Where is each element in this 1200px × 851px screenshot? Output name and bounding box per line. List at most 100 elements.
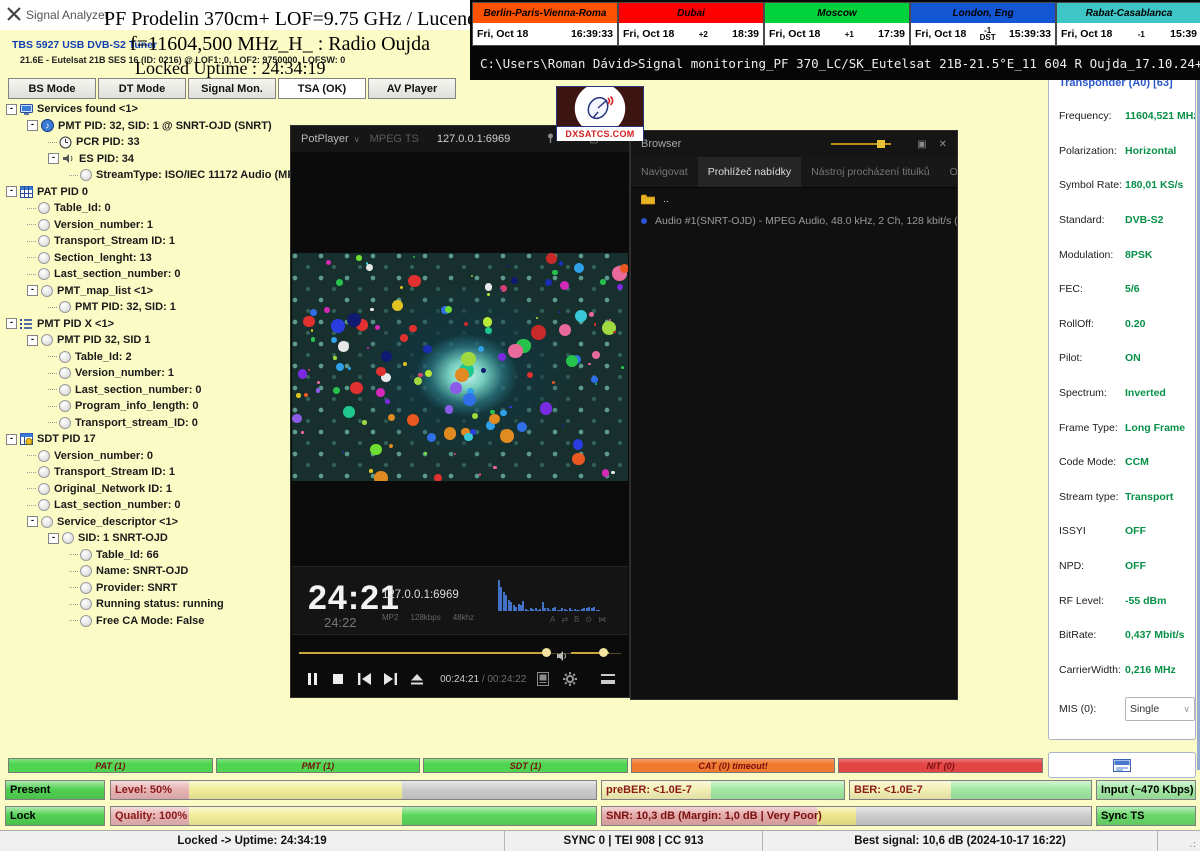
player-mini-icon[interactable]: ⋈	[598, 615, 606, 624]
player-mini-icon[interactable]: A	[550, 615, 555, 624]
browser-window[interactable]: Browser ▣ ✕ NavigovatProhlížeč nabídkyNá…	[630, 130, 958, 700]
tree-item[interactable]: -PMT_map_list <1>	[4, 283, 290, 300]
pid-bar: CAT (0) timeout!	[631, 758, 836, 773]
tab-bs-mode[interactable]: BS Mode	[8, 78, 96, 99]
tree-expander[interactable]: -	[48, 533, 59, 544]
resize-grip[interactable]: .:	[1158, 831, 1200, 851]
ball-icon	[80, 615, 92, 627]
tab-tsa-ok-[interactable]: TSA (OK)	[278, 78, 366, 99]
keyboard-button[interactable]	[1048, 752, 1196, 778]
tree-expander[interactable]: -	[27, 285, 38, 296]
tree-item[interactable]: -SDT PID 17	[4, 431, 290, 448]
close-icon[interactable]: ✕	[939, 139, 947, 150]
seek-row	[299, 647, 621, 659]
playlist-button[interactable]	[530, 668, 556, 690]
tree-item-label: PCR PID: 33	[76, 136, 140, 148]
tree-item[interactable]: PMT PID: 32, SID: 1	[4, 299, 290, 316]
tree-item[interactable]: -PMT PID 32, SID 1	[4, 332, 290, 349]
transponder-field: Frame Type:Long Frame	[1049, 410, 1195, 445]
tree-item[interactable]: Name: SNRT-OJD	[4, 563, 290, 580]
tree-item[interactable]: -Service_descriptor <1>	[4, 514, 290, 531]
status-lock-uptime: Locked -> Uptime: 24:34:19	[0, 831, 505, 851]
tree-expander[interactable]: -	[6, 186, 17, 197]
pin-icon[interactable]	[546, 133, 555, 146]
field-value: Inverted	[1125, 387, 1166, 399]
tree-item[interactable]: Running status: running	[4, 596, 290, 613]
tree-expander[interactable]: -	[6, 104, 17, 115]
tree-item[interactable]: Transport_Stream ID: 1	[4, 464, 290, 481]
tree-item[interactable]: StreamType: ISO/IEC 11172 Audio (MPEG-1)…	[4, 167, 290, 184]
tree-item[interactable]: Version_number: 0	[4, 448, 290, 465]
player-controls: 00:24:21 / 00:24:22	[299, 664, 621, 694]
time-current: 00:24:21	[440, 674, 479, 685]
browser-tab[interactable]: Navigovat	[631, 157, 698, 187]
player-window[interactable]: PotPlayer ∨ MPEG TS 127.0.0.1:6969 — ▢ ✕…	[290, 125, 630, 698]
tree-item[interactable]: Transport_stream_ID: 0	[4, 415, 290, 432]
player-source: 127.0.0.1:6969	[437, 133, 510, 145]
audio-track-item[interactable]: Audio #1(SNRT-OJD) - MPEG Audio, 48.0 kH…	[631, 210, 957, 232]
player-mini-icon[interactable]: ⇄	[561, 615, 568, 624]
tree-item[interactable]: -SID: 1 SNRT-OJD	[4, 530, 290, 547]
tree-item[interactable]: Transport_Stream ID: 1	[4, 233, 290, 250]
tree-item[interactable]: -Services found <1>	[4, 101, 290, 118]
tree-item[interactable]: Provider: SNRT	[4, 580, 290, 597]
mis-select[interactable]: Single ∨	[1125, 697, 1195, 721]
next-button[interactable]	[378, 668, 404, 690]
seek-handle[interactable]	[542, 648, 551, 657]
pause-button[interactable]	[299, 668, 325, 690]
settings-gear-icon[interactable]	[557, 668, 583, 690]
tree-item[interactable]: Table_Id: 66	[4, 547, 290, 564]
tree-item[interactable]: Program_info_length: 0	[4, 398, 290, 415]
tab-dt-mode[interactable]: DT Mode	[98, 78, 186, 99]
time-display: 00:24:21 / 00:24:22	[440, 674, 526, 685]
stop-button[interactable]	[325, 668, 351, 690]
player-mini-icon[interactable]: ⊙	[585, 615, 592, 624]
tree-expander[interactable]: -	[27, 120, 38, 131]
slider-handle[interactable]	[877, 140, 885, 148]
tree-item[interactable]: Table_Id: 0	[4, 200, 290, 217]
tab-av-player[interactable]: AV Player	[368, 78, 456, 99]
tree-expander[interactable]: -	[27, 335, 38, 346]
tree-item[interactable]: Table_Id: 2	[4, 349, 290, 366]
chevron-down-icon[interactable]: ∨	[354, 135, 360, 144]
browser-slider[interactable]	[831, 143, 891, 145]
tree-item[interactable]: Version_number: 1	[4, 217, 290, 234]
player-mini-icon[interactable]: B	[574, 615, 579, 624]
browser-tab[interactable]: Online S	[940, 157, 957, 187]
tree-item-label: Name: SNRT-OJD	[96, 565, 188, 577]
browser-tab[interactable]: Prohlížeč nabídky	[698, 157, 801, 187]
tree-item[interactable]: Original_Network ID: 1	[4, 481, 290, 498]
tree-item[interactable]: PCR PID: 33	[4, 134, 290, 151]
command-prompt-window[interactable]: Berlin-Paris-Vienna-RomaFri, Oct 1816:39…	[470, 0, 1200, 80]
seek-bar[interactable]	[299, 652, 546, 654]
transponder-field: CarrierWidth:0,216 MHz	[1049, 653, 1195, 688]
tree-item[interactable]: Last_section_number: 0	[4, 266, 290, 283]
video-area[interactable]	[292, 253, 628, 481]
folder-up-item[interactable]: ..	[631, 188, 957, 210]
tree-item[interactable]: -ES PID: 34	[4, 151, 290, 168]
field-value: ON	[1125, 352, 1141, 364]
menu-button[interactable]	[595, 668, 621, 690]
browser-titlebar[interactable]: Browser ▣ ✕	[631, 131, 957, 157]
tree-item[interactable]: Section_lenght: 13	[4, 250, 290, 267]
tree-item[interactable]: Free CA Mode: False	[4, 613, 290, 630]
satellite-dish-icon	[557, 87, 643, 126]
previous-button[interactable]	[351, 668, 377, 690]
eject-button[interactable]	[404, 668, 430, 690]
tab-signal-mon-[interactable]: Signal Mon.	[188, 78, 276, 99]
tree-item-label: Section_lenght: 13	[54, 252, 152, 264]
tree-expander[interactable]: -	[48, 153, 59, 164]
tree-item[interactable]: -PAT PID 0	[4, 184, 290, 201]
tree-expander[interactable]: -	[27, 516, 38, 527]
tree-item[interactable]: Version_number: 1	[4, 365, 290, 382]
tree-expander[interactable]: -	[6, 318, 17, 329]
tree-item[interactable]: -PMT PID X <1>	[4, 316, 290, 333]
volume-handle[interactable]	[599, 648, 608, 657]
pin-icon[interactable]: ▣	[917, 139, 926, 150]
tree-expander[interactable]: -	[6, 434, 17, 445]
player-app-name[interactable]: PotPlayer	[301, 133, 349, 145]
tree-item[interactable]: Last_section_number: 0	[4, 497, 290, 514]
browser-tab[interactable]: Nástroj procházení titulků	[801, 157, 939, 187]
tree-item[interactable]: -♪PMT PID: 32, SID: 1 @ SNRT-OJD (SNRT)	[4, 118, 290, 135]
tree-item[interactable]: Last_section_number: 0	[4, 382, 290, 399]
